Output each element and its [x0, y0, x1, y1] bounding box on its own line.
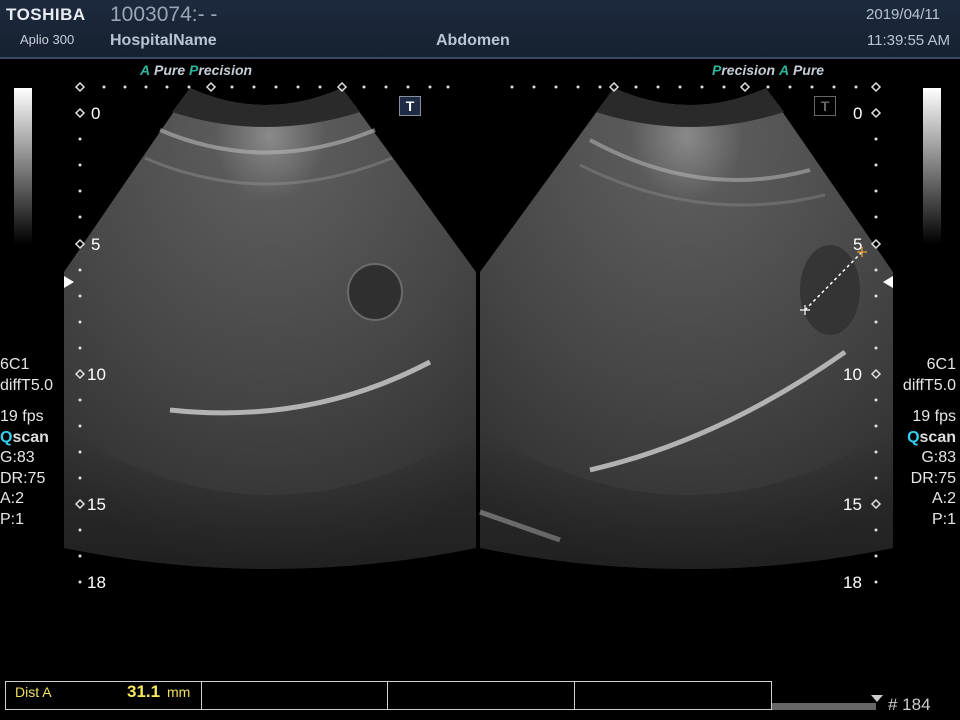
left-param-panel: 6C1 diffT5.0 19 fps Qscan G:83 DR:75 A:2… [0, 355, 53, 530]
measurement-result-box: Dist A 31.1 mm [5, 681, 772, 710]
gain-label: G:83 [921, 449, 956, 466]
a-param-label: A:2 [931, 490, 956, 507]
probe-label: 6C1 [0, 356, 30, 373]
measurement-cell-1: Dist A 31.1 mm [6, 682, 202, 709]
qscan-label: scan [919, 428, 956, 446]
cine-position-marker-icon[interactable] [871, 695, 883, 703]
top-scale-diamonds [74, 81, 882, 93]
left-depth-10: 10 [87, 365, 106, 384]
measurement-label: Dist A [15, 684, 52, 700]
p-param-label: P:1 [931, 510, 956, 528]
p-param-label: P:1 [0, 510, 25, 528]
fps-label: 19 fps [912, 408, 956, 425]
measurement-cell-4 [574, 682, 770, 709]
measurement-cell-3 [387, 682, 575, 709]
left-sector [64, 88, 476, 569]
qscan-label: scan [12, 428, 49, 446]
measurement-unit: mm [167, 684, 191, 700]
left-body-mark-button[interactable]: T [399, 96, 421, 116]
mode-label: diffT5.0 [0, 376, 54, 394]
mode-label: diffT5.0 [902, 376, 956, 394]
left-depth-0: 0 [91, 104, 101, 123]
right-depth-5: 5 [853, 235, 863, 254]
fps-label: 19 fps [0, 408, 44, 425]
left-depth-15: 15 [87, 495, 106, 514]
gain-label: G:83 [0, 449, 35, 466]
right-param-panel: 6C1 diffT5.0 19 fps Qscan G:83 DR:75 A:2… [903, 355, 956, 530]
a-param-label: A:2 [0, 490, 25, 507]
right-depth-15: 15 [843, 495, 862, 514]
frame-number: # 184 [888, 695, 931, 714]
right-sector [479, 88, 893, 569]
right-body-mark-button[interactable]: T [814, 96, 836, 116]
dynamic-range-label: DR:75 [910, 469, 956, 487]
right-depth-0: 0 [853, 104, 863, 123]
dynamic-range-label: DR:75 [0, 469, 46, 487]
right-depth-18: 18 [843, 573, 862, 592]
qscan-q: Q [907, 428, 920, 446]
cine-scrollbar[interactable] [772, 703, 876, 710]
measurement-value: 31.1 [127, 682, 161, 701]
right-depth-10: 10 [843, 365, 862, 384]
left-depth-18: 18 [87, 573, 106, 592]
qscan-q: Q [0, 428, 13, 446]
probe-label: 6C1 [926, 356, 956, 373]
measurement-cell-2 [201, 682, 388, 709]
left-depth-5: 5 [91, 235, 101, 254]
